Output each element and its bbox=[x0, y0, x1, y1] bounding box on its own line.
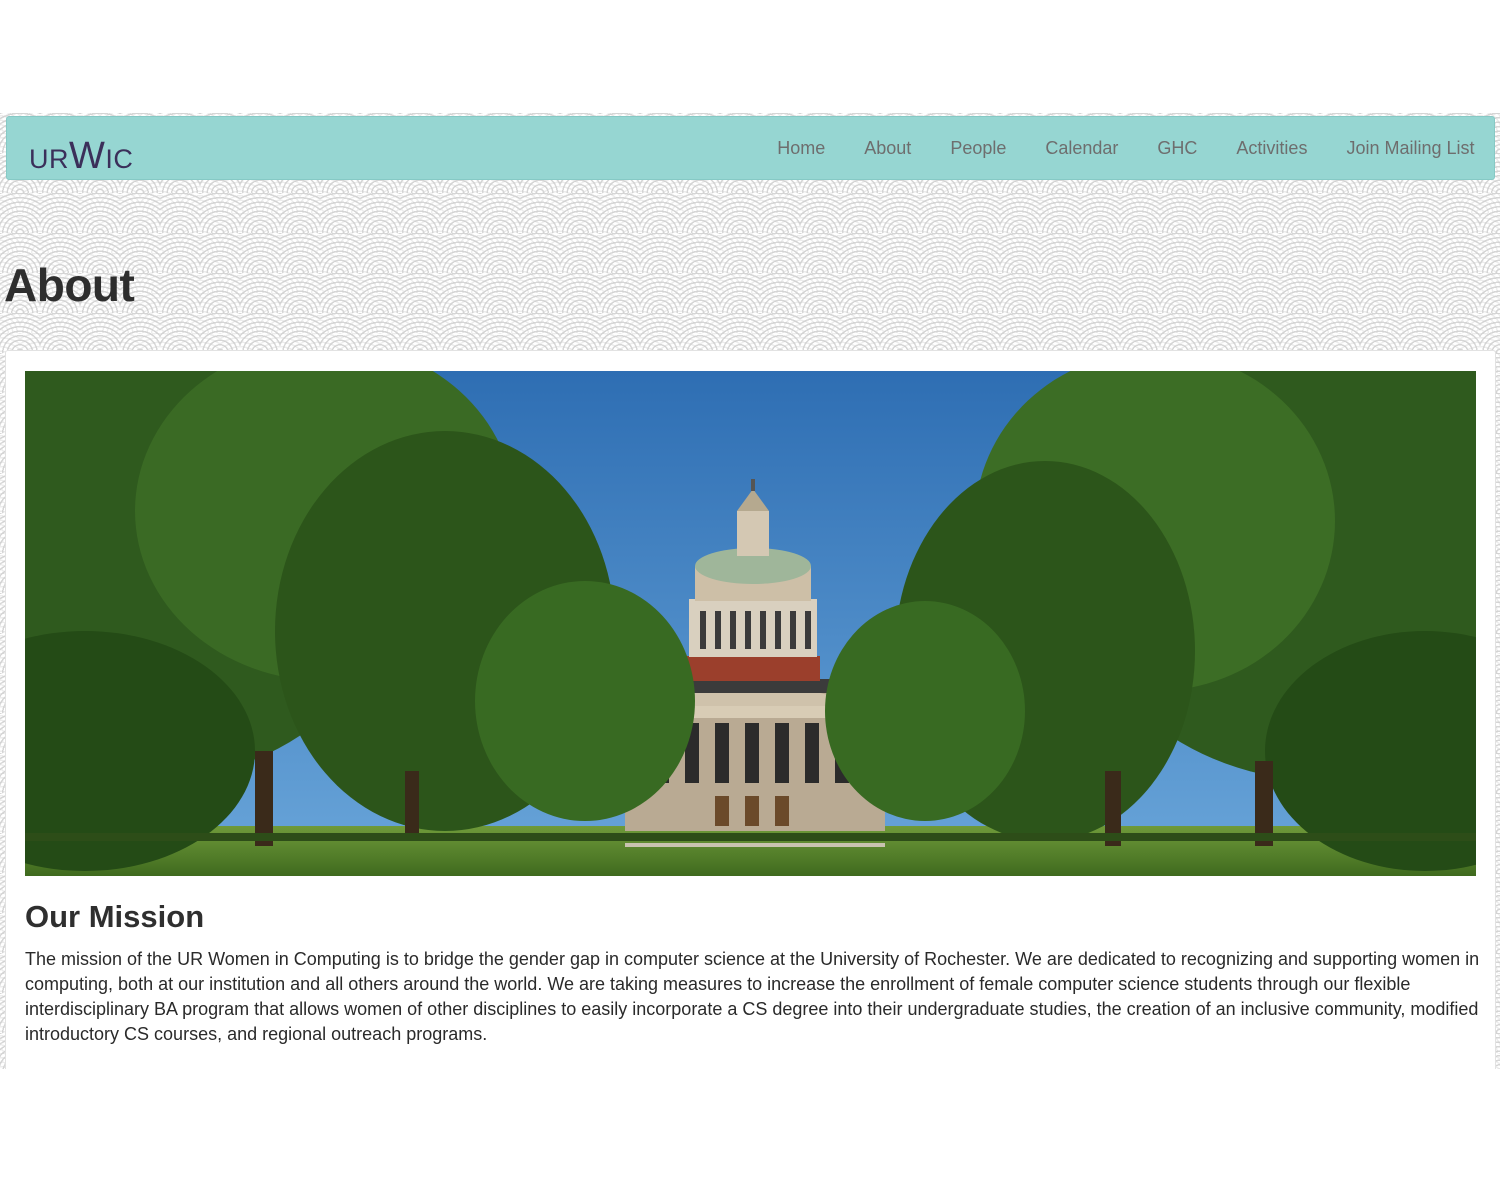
mission-heading: Our Mission bbox=[25, 899, 205, 934]
content-card: Our Mission The mission of the UR Women … bbox=[5, 350, 1496, 1069]
nav-link-about[interactable]: About bbox=[845, 138, 931, 159]
nav-link-people[interactable]: People bbox=[931, 138, 1026, 159]
nav-link-calendar[interactable]: Calendar bbox=[1026, 138, 1138, 159]
nav-link-ghc[interactable]: GHC bbox=[1138, 138, 1217, 159]
nav-link-join-mailing-list[interactable]: Join Mailing List bbox=[1327, 138, 1494, 159]
page-title: About bbox=[4, 259, 135, 311]
top-navbar: UR W IC Home About People Calendar GHC Act… bbox=[6, 116, 1495, 180]
logo-text-w: W bbox=[69, 135, 106, 177]
urwic-logo[interactable]: UR W IC bbox=[29, 133, 134, 177]
hero-image-university-library bbox=[25, 371, 1476, 876]
page-background: UR W IC Home About People Calendar GHC Act… bbox=[0, 113, 1500, 1069]
nav-links: Home About People Calendar GHC Activitie… bbox=[758, 117, 1494, 179]
nav-link-activities[interactable]: Activities bbox=[1217, 138, 1327, 159]
logo-text-ur: UR bbox=[29, 144, 69, 174]
logo-text-ic: IC bbox=[105, 144, 134, 174]
nav-link-home[interactable]: Home bbox=[758, 138, 845, 159]
mission-text: The mission of the UR Women in Computing… bbox=[25, 949, 1480, 1044]
